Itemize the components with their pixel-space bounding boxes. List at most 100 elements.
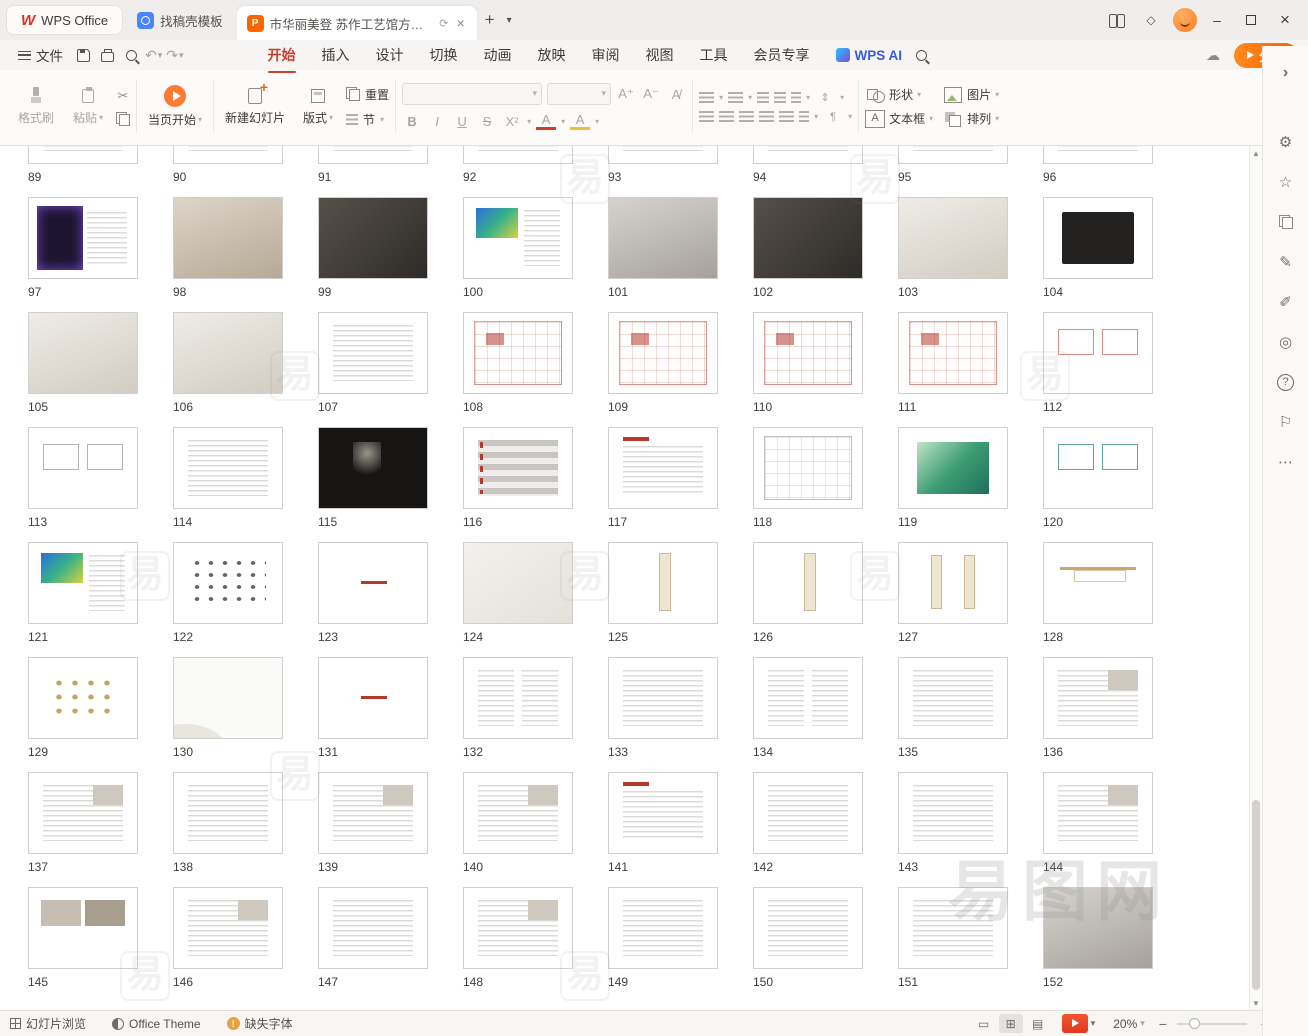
align-left-icon[interactable] <box>699 111 714 122</box>
slide-thumbnail[interactable] <box>318 146 428 164</box>
slide-101[interactable]: 101 <box>608 197 753 312</box>
slide-thumbnail[interactable] <box>753 146 863 164</box>
undo-button[interactable]: ↶▾ <box>145 47 162 64</box>
slide-132[interactable]: 132 <box>463 657 608 772</box>
feedback-flag-icon[interactable]: ⚐ <box>1271 407 1301 437</box>
increase-font-icon[interactable]: A⁺ <box>616 86 636 102</box>
superscript-icon[interactable]: X² <box>502 114 522 129</box>
slide-thumbnail[interactable] <box>1043 772 1153 854</box>
columns-icon[interactable] <box>799 111 809 122</box>
vertical-scrollbar[interactable]: ▲ ▼ <box>1249 146 1262 1010</box>
slide-147[interactable]: 147 <box>318 887 463 1002</box>
slide-thumbnail[interactable] <box>318 657 428 739</box>
object-properties-icon[interactable]: ⚙ <box>1271 127 1301 157</box>
slide-thumbnail[interactable] <box>173 146 283 164</box>
tab-list-chevron-icon[interactable]: ▾ <box>503 15 516 26</box>
reading-view-button[interactable]: ▤ <box>1026 1014 1050 1033</box>
slide-thumbnail[interactable] <box>463 542 573 624</box>
slide-thumbnail[interactable] <box>1043 657 1153 739</box>
zoom-slider[interactable] <box>1177 1023 1247 1025</box>
missing-font-indicator[interactable]: ! 缺失字体 <box>227 1015 293 1032</box>
layout-button[interactable]: 版式▾ <box>294 83 342 130</box>
slide-102[interactable]: 102 <box>753 197 898 312</box>
slide-thumbnail[interactable] <box>608 197 718 279</box>
slide-125[interactable]: 125 <box>608 542 753 657</box>
slide-117[interactable]: 117 <box>608 427 753 542</box>
slide-134[interactable]: 134 <box>753 657 898 772</box>
slide-99[interactable]: 99 <box>318 197 463 312</box>
doc-tab-active[interactable]: P 市华丽美登 苏作工艺馆方案文 ⟳ × <box>237 6 477 40</box>
section-button[interactable]: 节▾ <box>346 111 384 128</box>
decrease-indent-icon[interactable] <box>757 92 769 103</box>
align-right-icon[interactable] <box>739 111 754 122</box>
wps-home-tab[interactable]: W WPS Office <box>6 5 123 35</box>
scroll-up-icon[interactable]: ▲ <box>1252 146 1260 160</box>
slide-thumbnail[interactable] <box>173 312 283 394</box>
slide-94[interactable]: 94 <box>753 146 898 197</box>
slide-93[interactable]: 93 <box>608 146 753 197</box>
slide-thumbnail[interactable] <box>898 887 1008 969</box>
underline-icon[interactable]: U <box>452 114 472 129</box>
strikethrough-icon[interactable]: S <box>477 114 497 129</box>
cut-icon[interactable]: ✂ <box>118 88 129 104</box>
bullet-list-icon[interactable] <box>699 92 714 103</box>
slide-thumbnail[interactable] <box>1043 542 1153 624</box>
slide-thumbnail[interactable] <box>1043 146 1153 164</box>
zoom-out-button[interactable]: − <box>1155 1016 1171 1032</box>
annotation-pen-icon[interactable]: ✎ <box>1271 247 1301 277</box>
redo-button[interactable]: ↷▾ <box>166 47 183 64</box>
align-center-icon[interactable] <box>719 111 734 122</box>
copy-icon[interactable] <box>116 112 130 126</box>
slide-97[interactable]: 97 <box>28 197 173 312</box>
slide-95[interactable]: 95 <box>898 146 1043 197</box>
slide-104[interactable]: 104 <box>1043 197 1188 312</box>
arrange-button[interactable]: 排列▾ <box>943 110 999 128</box>
font-color-icon[interactable]: A <box>536 112 556 130</box>
text-direction-icon[interactable] <box>791 92 801 103</box>
numbered-list-icon[interactable] <box>728 92 743 103</box>
distribute-icon[interactable] <box>779 111 794 122</box>
slide-thumbnail[interactable] <box>318 197 428 279</box>
menu-tab-放映[interactable]: 放映 <box>526 41 578 69</box>
slide-thumbnail[interactable] <box>753 542 863 624</box>
app-center-icon[interactable]: ◇ <box>1138 9 1164 31</box>
slide-128[interactable]: 128 <box>1043 542 1188 657</box>
slide-105[interactable]: 105 <box>28 312 173 427</box>
scrollbar-track[interactable] <box>1250 160 1262 996</box>
highlight-color-icon[interactable]: A <box>570 112 590 130</box>
slide-91[interactable]: 91 <box>318 146 463 197</box>
shapes-button[interactable]: 形状▾ <box>865 86 933 104</box>
slide-thumbnail[interactable] <box>898 657 1008 739</box>
slide-thumbnail[interactable] <box>463 197 573 279</box>
slide-thumbnail[interactable] <box>898 427 1008 509</box>
slide-120[interactable]: 120 <box>1043 427 1188 542</box>
slide-103[interactable]: 103 <box>898 197 1043 312</box>
slide-thumbnail[interactable] <box>608 657 718 739</box>
slide-thumbnail[interactable] <box>318 542 428 624</box>
ribbon-search-button[interactable] <box>910 45 932 65</box>
menu-tab-切换[interactable]: 切换 <box>418 41 470 69</box>
slide-106[interactable]: 106 <box>173 312 318 427</box>
avatar[interactable] <box>1172 9 1198 31</box>
font-family-select[interactable] <box>402 83 542 105</box>
slide-thumbnail[interactable] <box>898 772 1008 854</box>
slide-138[interactable]: 138 <box>173 772 318 887</box>
slide-108[interactable]: 108 <box>463 312 608 427</box>
favorites-star-icon[interactable]: ☆ <box>1271 167 1301 197</box>
slide-107[interactable]: 107 <box>318 312 463 427</box>
slide-127[interactable]: 127 <box>898 542 1043 657</box>
slide-100[interactable]: 100 <box>463 197 608 312</box>
slide-thumbnail[interactable] <box>1043 887 1153 969</box>
slide-111[interactable]: 111 <box>898 312 1043 427</box>
menu-tab-插入[interactable]: 插入 <box>310 41 362 69</box>
doc-tab-template[interactable]: 找稿壳模板 <box>127 5 233 35</box>
slide-114[interactable]: 114 <box>173 427 318 542</box>
slide-145[interactable]: 145 <box>28 887 173 1002</box>
slide-148[interactable]: 148 <box>463 887 608 1002</box>
slide-sorter-view-button[interactable]: ⊞ <box>999 1014 1023 1033</box>
slide-thumbnail[interactable] <box>753 197 863 279</box>
slide-110[interactable]: 110 <box>753 312 898 427</box>
slide-thumbnail[interactable] <box>463 772 573 854</box>
slide-thumbnail[interactable] <box>28 146 138 164</box>
paste-button[interactable]: 粘贴▾ <box>64 83 112 130</box>
